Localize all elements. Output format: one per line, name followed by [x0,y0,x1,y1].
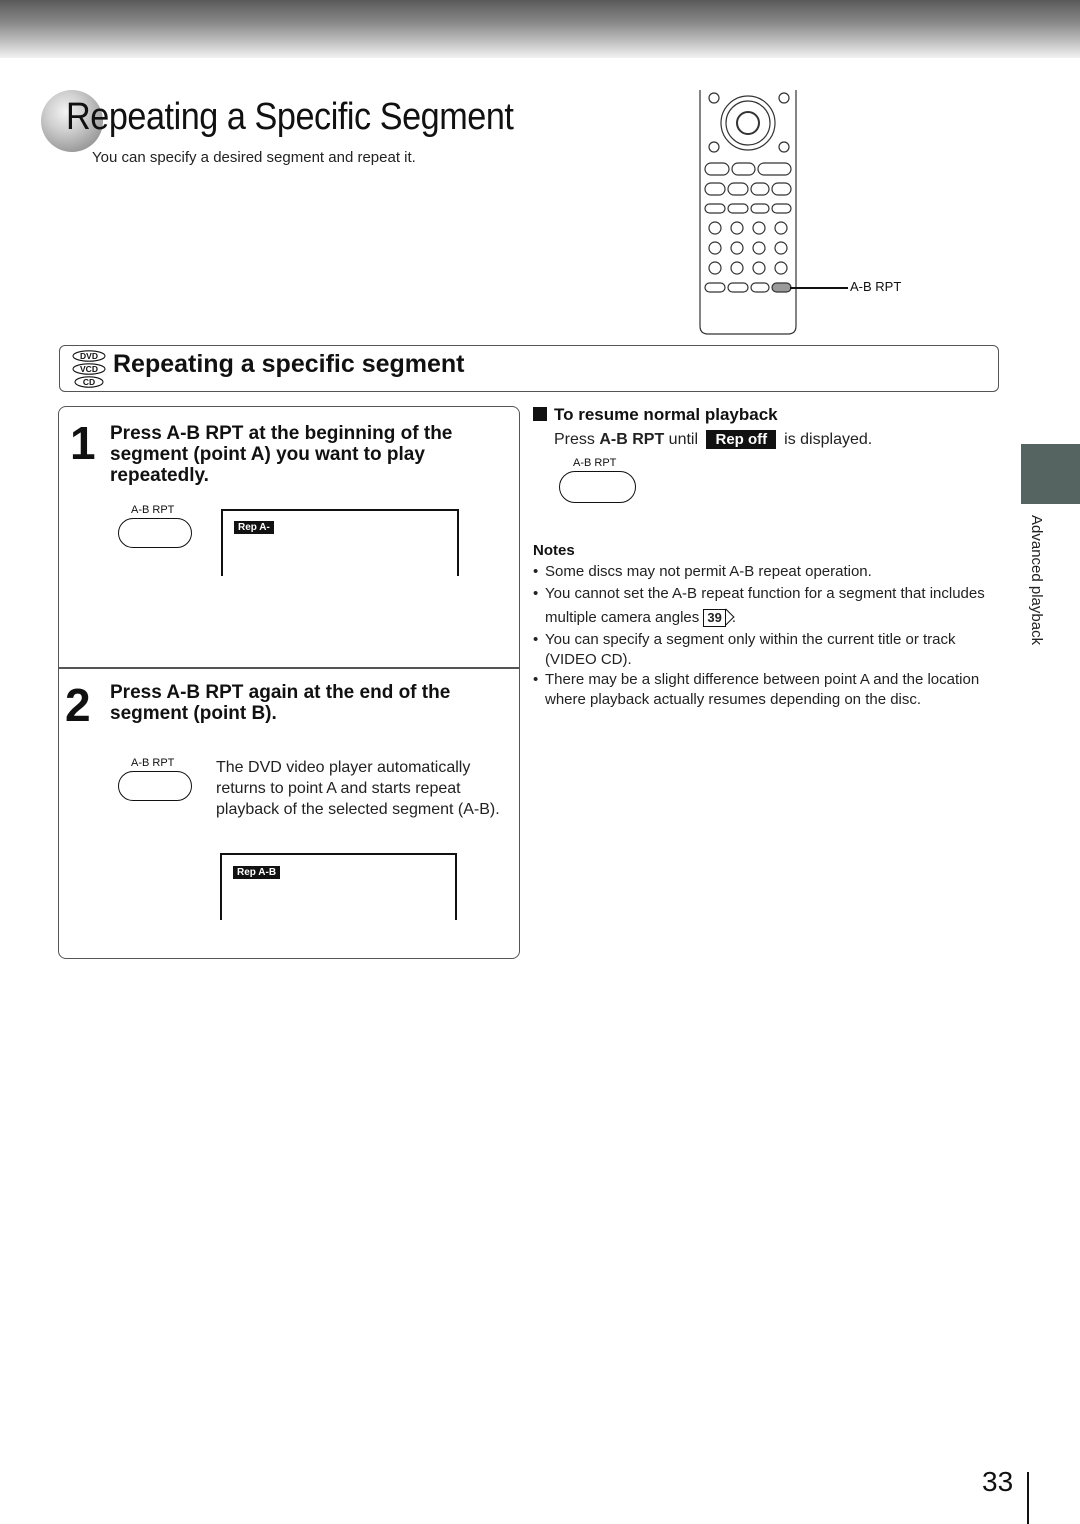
chapter-label: Advanced playback [1028,515,1045,646]
tv-screen-step-1 [221,509,459,576]
note-item: Some discs may not permit A-B repeat ope… [533,562,1003,582]
badge-dvd: DVD [80,351,98,361]
badge-vcd: VCD [80,364,98,374]
step-1-button-label: A-B RPT [131,504,175,516]
callout-line [790,287,848,289]
resume-heading-text: To resume normal playback [554,405,778,424]
header-band [0,0,1080,58]
step-2-text: Press A-B RPT again at the end of the se… [110,682,451,724]
note-item: There may be a slight difference between… [533,670,1003,710]
page-number: 33 [982,1466,1014,1497]
tv-screen-step-2 [220,853,457,920]
page-number-rule [1027,1472,1029,1524]
page-reference-link[interactable]: 39 [703,609,726,627]
resume-button-label: A-B RPT [573,457,617,469]
note-item: You cannot set the A-B repeat function f… [533,582,1003,630]
square-bullet-icon [533,407,547,421]
step-2-number: 2 [65,679,91,731]
step-1-text: Press A-B RPT at the beginning of the se… [110,423,453,486]
note-text: You cannot set the A-B repeat function f… [545,585,985,626]
page-subtitle: You can specify a desired segment and re… [92,149,416,166]
section-title: Repeating a specific segment [113,350,465,378]
ab-rpt-button[interactable] [118,771,192,801]
remote-callout-label: A-B RPT [850,279,902,294]
notes-list: Some discs may not permit A-B repeat ope… [533,562,1003,710]
step-2-button-label: A-B RPT [131,757,175,769]
resume-button-name: A-B RPT [599,431,665,448]
resume-suffix: is displayed. [784,431,873,448]
note-item: You can specify a segment only within th… [533,630,1003,670]
remote-control-icon [699,90,797,335]
osd-rep-a: Rep A- [234,521,274,534]
badge-cd: CD [83,377,95,387]
notes-heading: Notes [533,542,575,559]
step-1-number: 1 [70,417,96,469]
resume-heading: To resume normal playback [533,405,778,425]
resume-prefix: Press [554,431,600,448]
step-2-description: The DVD video player automatically retur… [216,759,500,818]
disc-type-badges: DVD VCD CD [72,350,106,388]
osd-rep-ab: Rep A-B [233,866,281,879]
resume-middle: until [664,431,703,448]
chapter-tab [1021,444,1080,504]
page-title: Repeating a Specific Segment [66,96,514,138]
ab-rpt-button[interactable] [559,471,636,503]
resume-instruction: Press A-B RPT until Rep off is displayed. [554,430,872,449]
step-divider [59,667,519,669]
osd-rep-off: Rep off [706,430,777,449]
ab-rpt-button[interactable] [118,518,192,548]
